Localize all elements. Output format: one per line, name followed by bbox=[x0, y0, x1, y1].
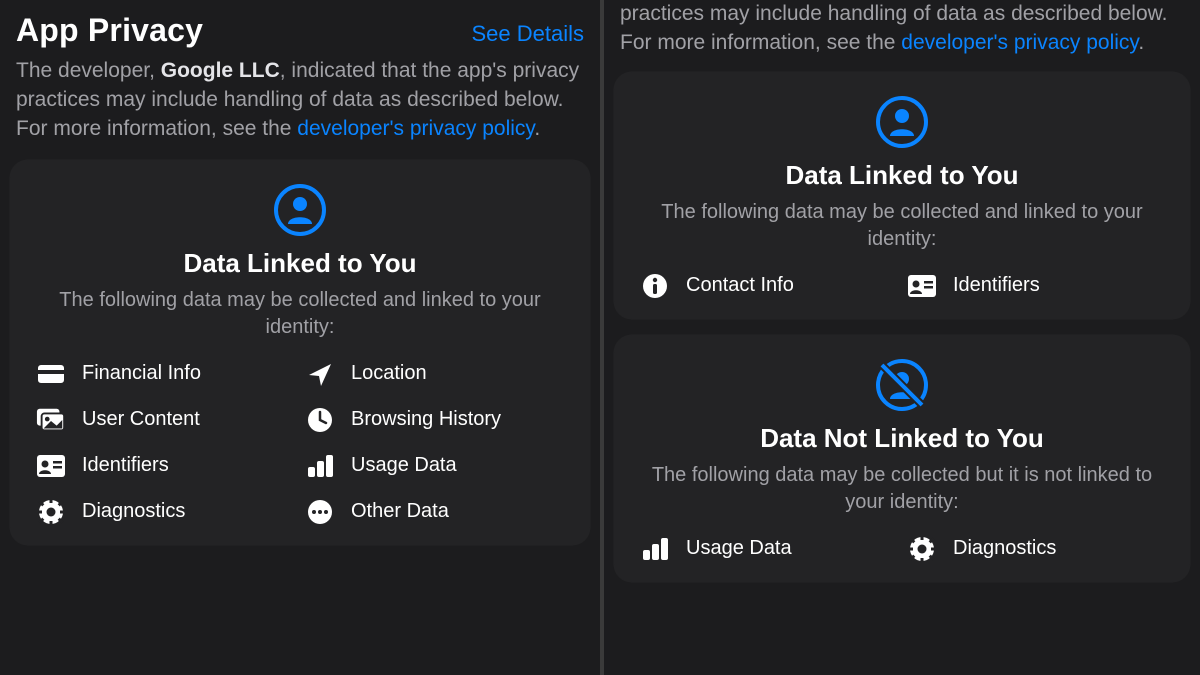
photos-icon bbox=[36, 405, 66, 435]
card-title: Data Linked to You bbox=[34, 248, 566, 279]
privacy-policy-link[interactable]: developer's privacy policy bbox=[901, 31, 1138, 54]
data-grid: Financial Info Location User Content Bro… bbox=[34, 359, 566, 527]
card-subtitle: The following data may be collected and … bbox=[34, 287, 566, 341]
desc-suffix: . bbox=[534, 117, 540, 140]
data-label: Financial Info bbox=[82, 362, 201, 385]
header-row: App Privacy See Details bbox=[10, 10, 590, 57]
data-label: Identifiers bbox=[82, 454, 169, 477]
person-circle-slash-icon bbox=[874, 357, 930, 413]
right-description: practices may include handling of data a… bbox=[614, 0, 1190, 72]
card-icon bbox=[34, 182, 566, 238]
id-card-icon bbox=[907, 271, 937, 301]
credit-card-icon bbox=[36, 359, 66, 389]
info-circle-icon bbox=[640, 271, 670, 301]
data-label: Other Data bbox=[351, 500, 449, 523]
data-label: Contact Info bbox=[686, 274, 794, 297]
data-label: User Content bbox=[82, 408, 200, 431]
id-card-icon bbox=[36, 451, 66, 481]
card-title: Data Linked to You bbox=[638, 160, 1166, 191]
data-label: Diagnostics bbox=[82, 500, 185, 523]
developer-name: Google LLC bbox=[161, 59, 280, 82]
data-item-identifiers: Identifiers bbox=[907, 271, 1164, 301]
data-not-linked-card: Data Not Linked to You The following dat… bbox=[614, 335, 1190, 582]
person-circle-icon bbox=[874, 94, 930, 150]
data-label: Browsing History bbox=[351, 408, 501, 431]
data-item-usage: Usage Data bbox=[640, 534, 897, 564]
gear-icon bbox=[907, 534, 937, 564]
data-item-other: Other Data bbox=[305, 497, 564, 527]
data-item-diagnostics: Diagnostics bbox=[36, 497, 295, 527]
data-label: Location bbox=[351, 362, 427, 385]
data-item-diagnostics: Diagnostics bbox=[907, 534, 1164, 564]
desc-prefix: The developer, bbox=[16, 59, 161, 82]
gear-icon bbox=[36, 497, 66, 527]
data-label: Usage Data bbox=[686, 537, 792, 560]
desc-suffix: . bbox=[1138, 31, 1144, 54]
bar-chart-icon bbox=[305, 451, 335, 481]
data-grid: Usage Data Diagnostics bbox=[638, 534, 1166, 564]
card-icon bbox=[638, 94, 1166, 150]
privacy-description: The developer, Google LLC, indicated tha… bbox=[10, 57, 590, 160]
data-item-user-content: User Content bbox=[36, 405, 295, 435]
person-circle-icon bbox=[272, 182, 328, 238]
ellipsis-circle-icon bbox=[305, 497, 335, 527]
location-arrow-icon bbox=[305, 359, 335, 389]
data-item-identifiers: Identifiers bbox=[36, 451, 295, 481]
card-icon bbox=[638, 357, 1166, 413]
data-item-browsing: Browsing History bbox=[305, 405, 564, 435]
data-linked-card: Data Linked to You The following data ma… bbox=[10, 160, 590, 545]
data-label: Usage Data bbox=[351, 454, 457, 477]
data-item-financial: Financial Info bbox=[36, 359, 295, 389]
left-panel: App Privacy See Details The developer, G… bbox=[0, 0, 604, 675]
data-item-usage: Usage Data bbox=[305, 451, 564, 481]
privacy-policy-link[interactable]: developer's privacy policy bbox=[297, 117, 534, 140]
clock-icon bbox=[305, 405, 335, 435]
card-subtitle: The following data may be collected and … bbox=[638, 199, 1166, 253]
data-item-contact: Contact Info bbox=[640, 271, 897, 301]
data-item-location: Location bbox=[305, 359, 564, 389]
page-title: App Privacy bbox=[16, 12, 203, 49]
data-grid: Contact Info Identifiers bbox=[638, 271, 1166, 301]
card-title: Data Not Linked to You bbox=[638, 423, 1166, 454]
data-label: Diagnostics bbox=[953, 537, 1056, 560]
bar-chart-icon bbox=[640, 534, 670, 564]
see-details-link[interactable]: See Details bbox=[471, 21, 584, 47]
right-panel: practices may include handling of data a… bbox=[604, 0, 1200, 675]
card-subtitle: The following data may be collected but … bbox=[638, 462, 1166, 516]
data-label: Identifiers bbox=[953, 274, 1040, 297]
data-linked-card: Data Linked to You The following data ma… bbox=[614, 72, 1190, 319]
